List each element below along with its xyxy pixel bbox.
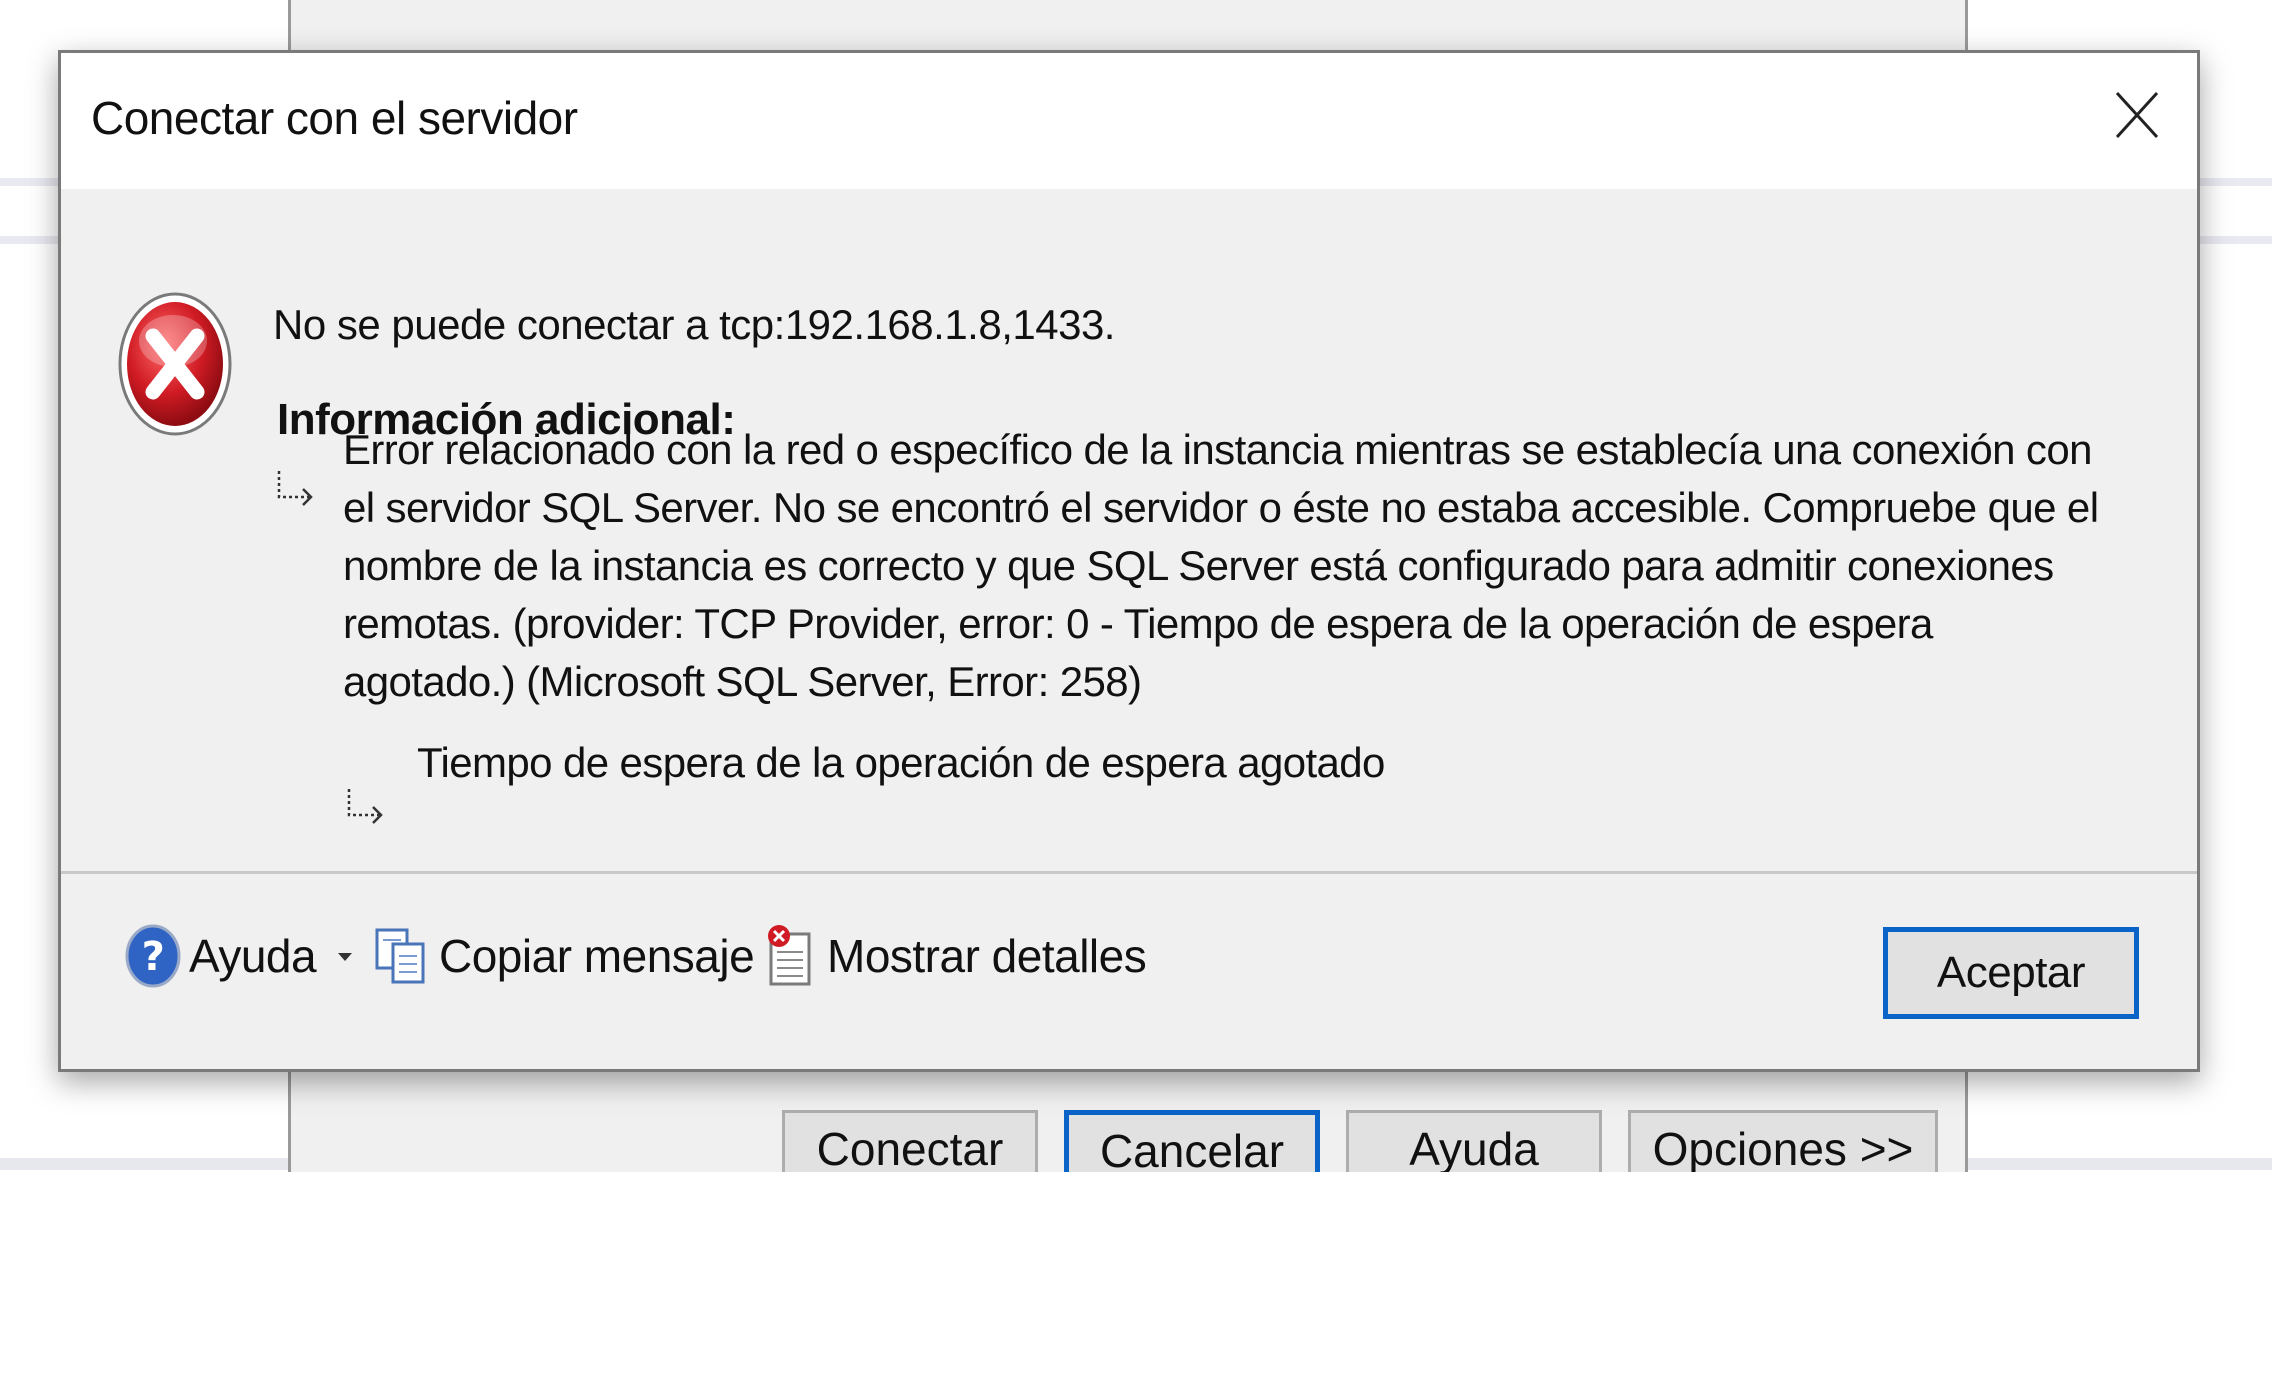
copy-message-label: Copiar mensaje: [439, 930, 755, 982]
dialog-content: No se puede conectar a tcp:192.168.1.8,1…: [61, 189, 2197, 921]
footer-divider: [61, 871, 2197, 874]
error-message: No se puede conectar a tcp:192.168.1.8,1…: [273, 301, 1115, 348]
dialog-title: Conectar con el servidor: [91, 92, 578, 144]
title-bar: Conectar con el servidor: [61, 53, 2197, 189]
show-details-button[interactable]: Mostrar detalles: [761, 921, 1147, 991]
background-button-row: Conectar Cancelar Ayuda Opciones >>: [0, 1110, 2272, 1190]
error-icon: [117, 291, 233, 437]
show-details-label: Mostrar detalles: [827, 930, 1147, 982]
help-menu-button[interactable]: ? Ayuda: [125, 921, 360, 991]
error-detail: Error relacionado con la red o específic…: [343, 426, 2099, 705]
copy-icon: [375, 928, 425, 984]
dialog-footer: ? Ayuda Copiar mensaje Mostrar detalles …: [61, 875, 2197, 1069]
dropdown-arrow-icon: [338, 953, 353, 961]
tree-arrow-icon: [273, 469, 317, 509]
details-icon: [768, 925, 811, 986]
error-dialog: Conectar con el servidor No se puede con…: [58, 50, 2200, 1072]
help-label: Ayuda: [189, 930, 317, 982]
accept-button[interactable]: Aceptar: [1883, 927, 2139, 1019]
inner-error-detail: Tiempo de espera de la operación de espe…: [417, 739, 1385, 786]
blank-area: [0, 1172, 2272, 1388]
copy-message-button[interactable]: Copiar mensaje: [373, 921, 755, 991]
close-icon[interactable]: [2097, 75, 2177, 155]
tree-arrow-icon: [343, 787, 387, 827]
svg-text:?: ?: [142, 934, 165, 980]
help-icon: ?: [125, 924, 181, 988]
